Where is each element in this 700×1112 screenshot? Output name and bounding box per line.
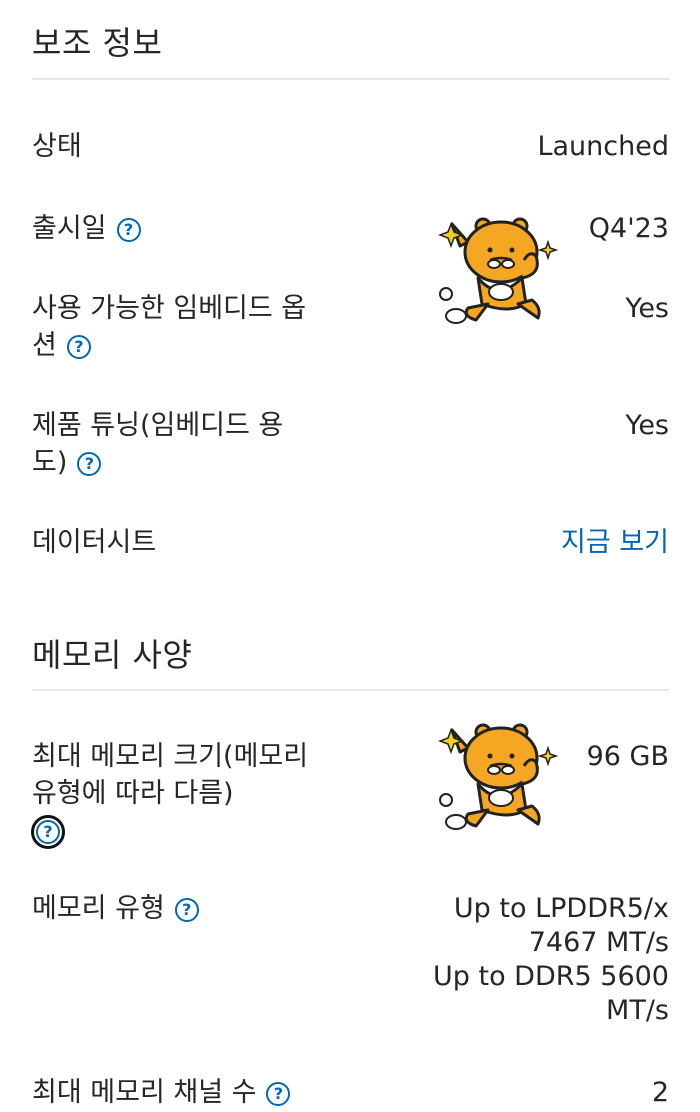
spec-value: Q4'23 — [588, 213, 669, 244]
help-icon[interactable]: ? — [77, 451, 102, 476]
spec-label-wrap: 출시일? — [32, 210, 312, 247]
spec-label: 데이터시트 — [32, 527, 157, 558]
section-title-supplemental: 보조 정보 — [32, 24, 163, 62]
lion-sticker-icon — [438, 217, 558, 324]
datasheet-link[interactable]: 지금 보기 — [561, 526, 669, 560]
spec-value-line: Up to LPDDR5/x — [453, 893, 669, 924]
spec-label-wrap: 사용 가능한 임베디드 옵션? — [32, 290, 312, 364]
spec-value: 2 — [651, 1077, 669, 1108]
spec-label-wrap: 최대 메모리 크기(메모리 유형에 따라 다름)? — [31, 738, 312, 849]
spec-label-wrap: 최대 메모리 채널 수? — [32, 1074, 352, 1111]
spec-label: 최대 메모리 크기(메모리 유형에 따라 다름) — [32, 741, 309, 809]
section-title-memory: 메모리 사양 — [32, 636, 193, 674]
spec-value: 96 GB — [586, 741, 669, 772]
spec-label: 상태 — [32, 131, 82, 162]
spec-value: Launched — [537, 131, 669, 162]
spec-value-line: Up to DDR5 5600 — [433, 961, 669, 992]
help-icon[interactable]: ? — [66, 334, 91, 359]
spec-label: 출시일 — [32, 213, 107, 244]
help-icon[interactable]: ? — [266, 1081, 291, 1106]
section-divider — [32, 78, 669, 80]
spec-label: 제품 튜닝(임베디드 용도) — [32, 410, 284, 478]
section-divider — [32, 689, 669, 691]
lion-sticker-icon — [438, 723, 558, 830]
help-icon[interactable]: ? — [116, 217, 141, 242]
spec-label-wrap: 제품 튜닝(임베디드 용도)? — [32, 407, 312, 481]
spec-label-wrap: 메모리 유형? — [32, 890, 312, 927]
spec-label: 최대 메모리 채널 수 — [32, 1077, 257, 1108]
spec-value-line: MT/s — [606, 995, 669, 1026]
spec-value: Yes — [625, 410, 669, 441]
spec-value: Yes — [625, 293, 669, 324]
help-icon[interactable]: ? — [31, 814, 65, 849]
spec-value-multiline: Up to LPDDR5/x 7467 MT/s Up to DDR5 5600… — [433, 892, 669, 1028]
spec-value-line: 7467 MT/s — [528, 927, 669, 958]
spec-label: 메모리 유형 — [32, 893, 165, 924]
help-icon[interactable]: ? — [174, 897, 199, 922]
